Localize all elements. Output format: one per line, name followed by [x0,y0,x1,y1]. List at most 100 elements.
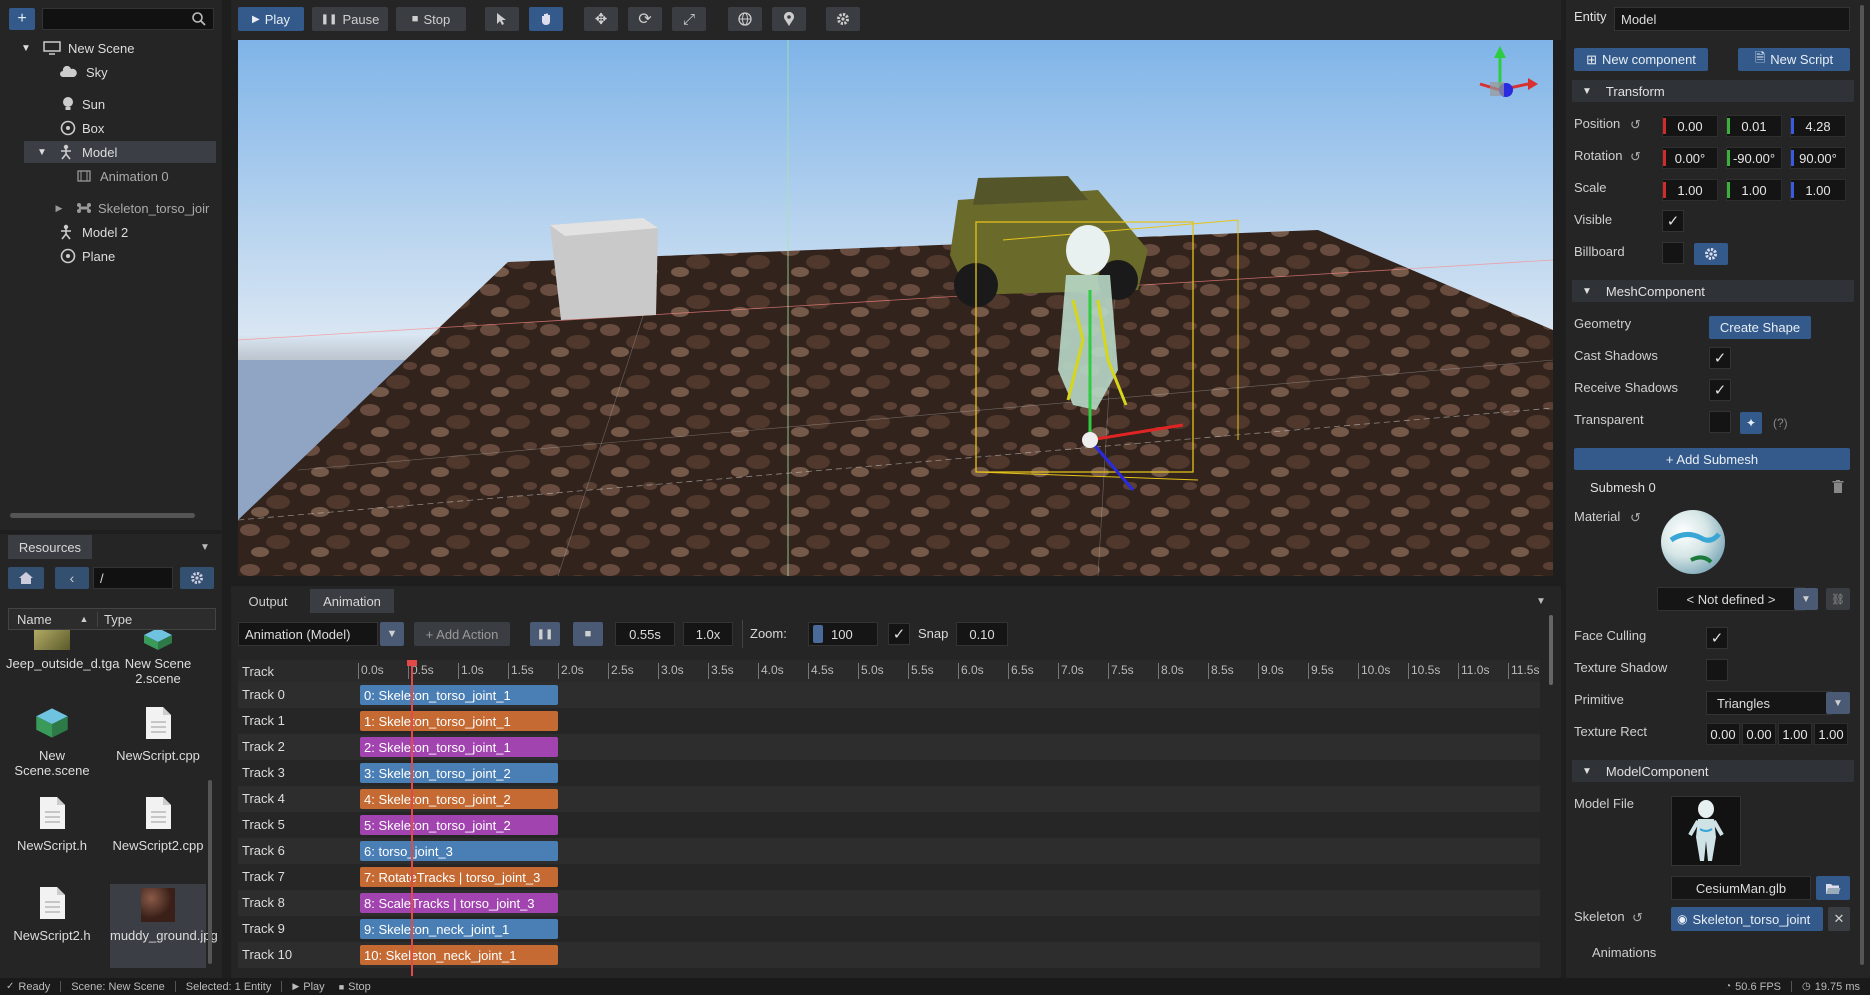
track-row[interactable]: Track 2 2: Skeleton_torso_joint_1 [238,734,1540,760]
track-clip[interactable]: 8: ScaleTracks | torso_joint_3 [360,893,558,913]
entity-name-input[interactable]: Model [1614,7,1850,31]
texture-rect-x[interactable]: 0.00 [1706,723,1740,745]
reset-icon[interactable]: ↺ [1630,510,1641,526]
playhead-marker[interactable] [407,660,417,666]
track-clip[interactable]: 7: RotateTracks | torso_joint_3 [360,867,558,887]
track-row[interactable]: Track 7 7: RotateTracks | torso_joint_3 [238,864,1540,890]
resource-item[interactable]: NewScript2.h [6,886,98,943]
visible-checkbox[interactable]: ✓ [1662,210,1684,232]
scene-search-input[interactable] [42,8,214,30]
resource-item[interactable]: NewScript.cpp [112,706,204,763]
resource-item[interactable]: Jeep_outside_d.tga [6,630,119,671]
scale-z[interactable]: 1.00 [1790,179,1846,201]
stop-button[interactable]: ■ Stop [396,7,466,31]
pan-tool-button[interactable] [529,7,563,31]
tree-horizontal-scrollbar[interactable] [10,513,195,518]
column-name[interactable]: Name [17,612,77,627]
tree-item-sun[interactable]: Sun [0,93,216,115]
time-ruler[interactable]: 0.0s 0.5s 1.0s 1.5s 2.0s 2.5s 3.0s 3.5s 4.0s 4.5s… [358,660,1540,682]
trash-icon[interactable] [1830,479,1846,495]
viewport-settings-button[interactable] [826,7,860,31]
tree-item-new-scene[interactable]: ▼ New Scene [0,37,216,59]
track-clip[interactable]: 4: Skeleton_torso_joint_2 [360,789,558,809]
receive-shadows-checkbox[interactable]: ✓ [1709,379,1731,401]
transparent-magic-button[interactable]: ✦ [1740,412,1762,434]
snap-checkbox[interactable]: ✓ [888,623,910,645]
resource-item[interactable]: New Scene.scene [6,706,98,778]
billboard-settings-button[interactable] [1694,243,1728,265]
rotate-tool-button[interactable]: ⟳ [628,7,662,31]
back-button[interactable]: ‹ [55,567,89,589]
reset-icon[interactable]: ↺ [1630,117,1641,133]
track-row[interactable]: Track 10 10: Skeleton_neck_joint_1 [238,942,1540,968]
animation-dropdown-button[interactable]: ▼ [380,622,404,646]
speed-field[interactable]: 1.0x [683,622,733,646]
panel-menu-icon[interactable]: ▼ [198,540,212,554]
expand-arrow-icon[interactable]: ▼ [36,147,48,158]
primitive-dropdown-button[interactable]: ▼ [1826,692,1850,714]
resources-settings-button[interactable] [180,567,214,589]
scale-tool-button[interactable]: ⤢ [672,7,706,31]
reset-icon[interactable]: ↺ [1632,910,1643,926]
expand-arrow-icon[interactable]: ▶ [54,203,64,214]
texture-rect-y[interactable]: 0.00 [1742,723,1776,745]
scene-viewport[interactable] [238,40,1553,576]
resource-item[interactable]: NewScript.h [6,796,98,853]
track-row[interactable]: Track 3 3: Skeleton_torso_joint_2 [238,760,1540,786]
timeline-scrollbar[interactable] [1549,615,1553,685]
texture-rect-h[interactable]: 1.00 [1814,723,1848,745]
position-y[interactable]: 0.01 [1726,115,1782,137]
rotation-y[interactable]: -90.00° [1726,147,1782,169]
material-dropdown-button[interactable]: ▼ [1794,588,1818,610]
resources-path-input[interactable]: / [93,567,173,589]
track-row[interactable]: Track 0 0: Skeleton_torso_joint_1 [238,682,1540,708]
snap-field[interactable]: 0.10 [956,622,1008,646]
tab-output[interactable]: Output [238,589,298,613]
material-preview[interactable] [1661,510,1725,574]
material-unlink-button[interactable]: ⛓ [1826,588,1850,610]
add-entity-button[interactable]: + [9,8,35,30]
track-clip[interactable]: 5: Skeleton_torso_joint_2 [360,815,558,835]
select-tool-button[interactable] [485,7,519,31]
tree-item-model-2[interactable]: Model 2 [0,221,216,243]
anim-pause-button[interactable]: ❚❚ [530,622,560,646]
model-component-header[interactable]: ▼ ModelComponent [1572,760,1854,782]
status-stop[interactable]: Stop [348,981,371,993]
status-play[interactable]: Play [303,981,324,993]
new-script-button[interactable]: 🗎 New Script [1738,48,1850,71]
world-space-button[interactable] [728,7,762,31]
cast-shadows-checkbox[interactable]: ✓ [1709,347,1731,369]
face-culling-checkbox[interactable]: ✓ [1706,627,1728,649]
scale-y[interactable]: 1.00 [1726,179,1782,201]
rotation-z[interactable]: 90.00° [1790,147,1846,169]
pivot-button[interactable] [772,7,806,31]
playhead[interactable] [411,660,413,976]
add-submesh-button[interactable]: + Add Submesh [1574,448,1850,470]
move-tool-button[interactable]: ✥ [584,7,618,31]
zoom-slider[interactable]: 100 [808,622,878,646]
transform-header[interactable]: ▼ Transform [1572,80,1854,102]
add-action-button[interactable]: + Add Action [414,622,510,646]
reset-icon[interactable]: ↺ [1630,149,1641,165]
model-preview[interactable] [1671,796,1741,866]
texture-shadow-checkbox[interactable] [1706,659,1728,681]
play-button[interactable]: ▶ Play [238,7,304,31]
billboard-checkbox[interactable] [1662,242,1684,264]
resource-item[interactable]: New Scene 2.scene [112,630,204,686]
track-row[interactable]: Track 8 8: ScaleTracks | torso_joint_3 [238,890,1540,916]
track-row[interactable]: Track 5 5: Skeleton_torso_joint_2 [238,812,1540,838]
resources-tab[interactable]: Resources [8,535,92,559]
time-field[interactable]: 0.55s [615,622,675,646]
zoom-slider-grab[interactable] [813,625,823,643]
mesh-component-header[interactable]: ▼ MeshComponent [1572,280,1854,302]
clear-skeleton-button[interactable]: ✕ [1828,907,1850,931]
skeleton-selector[interactable]: ◉ Skeleton_torso_joint [1671,907,1823,931]
model-file-field[interactable]: CesiumMan.glb [1671,876,1811,900]
column-type[interactable]: Type [97,611,132,627]
tab-animation[interactable]: Animation [310,589,394,613]
resource-item[interactable]: NewScript2.cpp [112,796,204,853]
track-clip[interactable]: 10: Skeleton_neck_joint_1 [360,945,558,965]
inspector-scrollbar[interactable] [1860,5,1864,965]
pause-button[interactable]: ❚❚ Pause [312,7,388,31]
track-clip[interactable]: 6: torso_joint_3 [360,841,558,861]
